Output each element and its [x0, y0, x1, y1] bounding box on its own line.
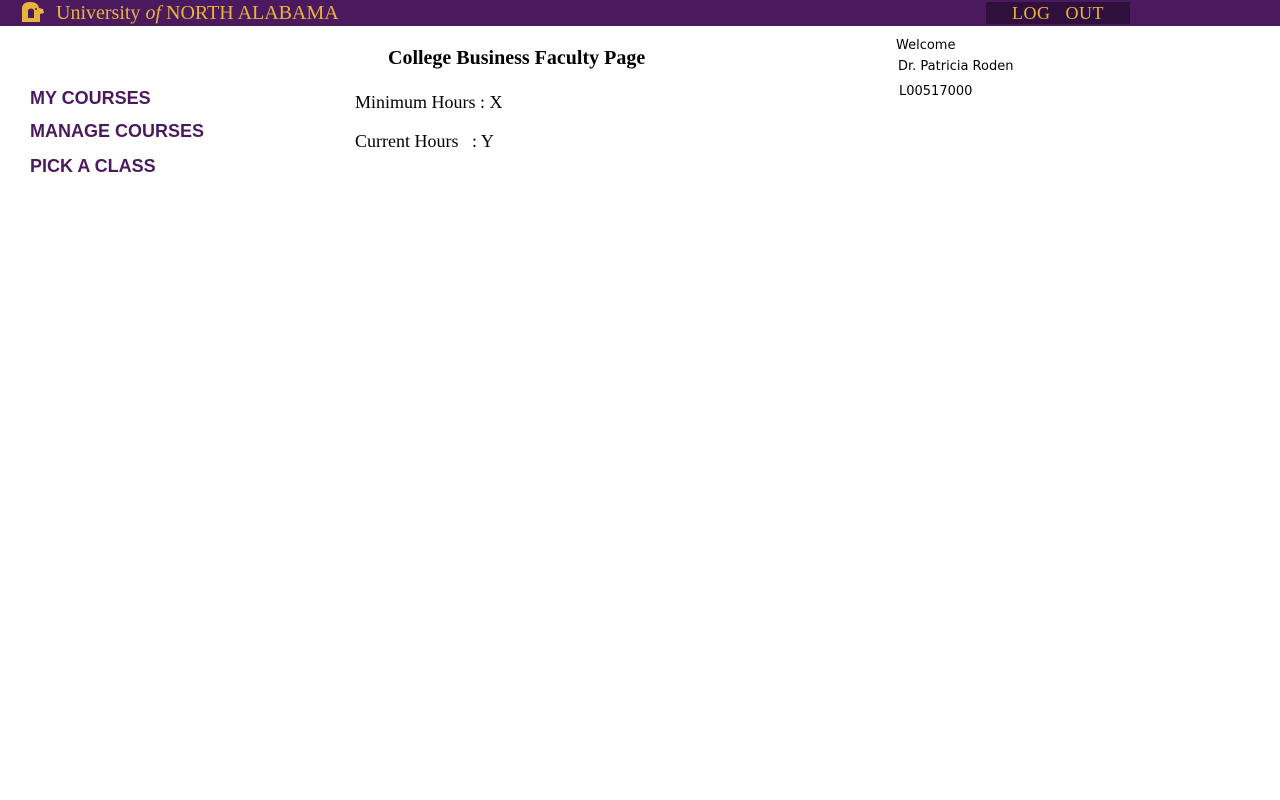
- welcome-label: Welcome: [896, 38, 956, 53]
- nav-manage-courses[interactable]: MANAGE COURSES: [30, 121, 204, 142]
- nav-my-courses[interactable]: MY COURSES: [30, 88, 151, 109]
- nav-pick-a-class[interactable]: PICK A CLASS: [30, 156, 156, 177]
- university-name: University of NORTH ALABAMA: [56, 2, 339, 24]
- brand-prefix: University: [56, 2, 146, 24]
- brand-of: of: [145, 2, 161, 24]
- lion-head-icon: [20, 1, 46, 23]
- logout-button[interactable]: LOG OUT: [986, 2, 1130, 24]
- page: University of NORTH ALABAMA LOG OUT MY C…: [0, 0, 1280, 800]
- brand-suffix: NORTH ALABAMA: [161, 2, 339, 24]
- minimum-hours: Minimum Hours : X: [355, 92, 503, 112]
- user-id: L00517000: [899, 84, 973, 99]
- header-bar: University of NORTH ALABAMA LOG OUT: [0, 0, 1280, 26]
- user-name: Dr. Patricia Roden: [898, 59, 1014, 74]
- page-title: College Business Faculty Page: [388, 47, 646, 69]
- current-hours: Current Hours : Y: [355, 131, 494, 151]
